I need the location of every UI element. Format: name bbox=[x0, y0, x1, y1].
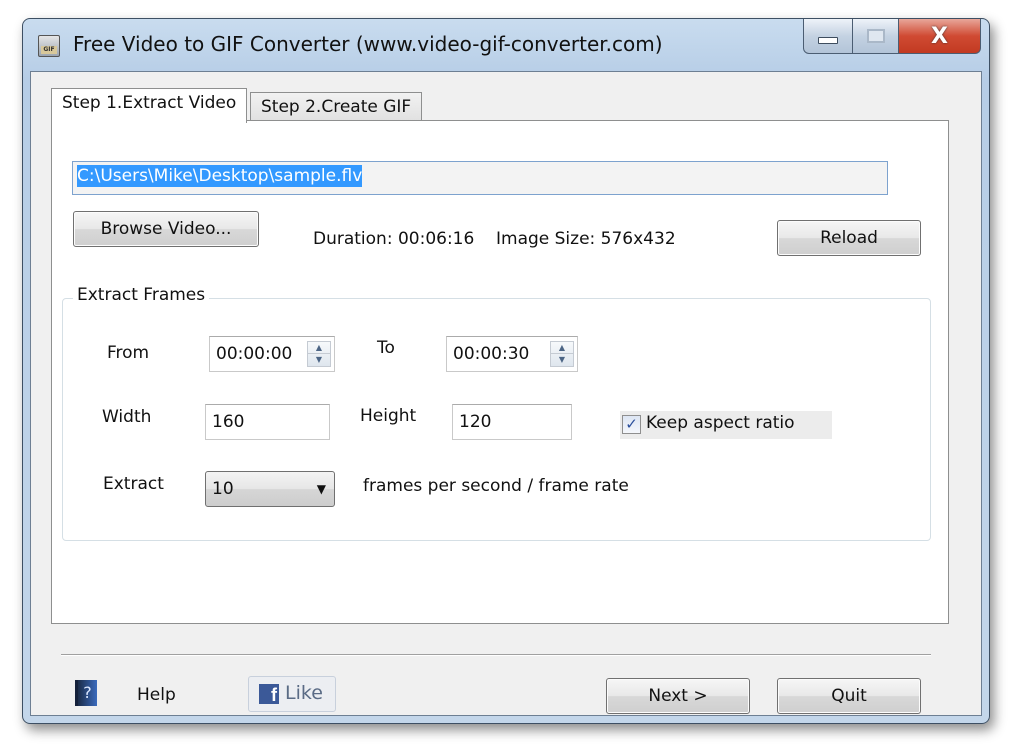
facebook-icon: f bbox=[259, 684, 279, 705]
extract-video-panel: C:\Users\Mike\Desktop\sample.flv Browse … bbox=[51, 120, 949, 624]
help-link[interactable]: Help bbox=[137, 685, 176, 705]
video-path-input[interactable]: C:\Users\Mike\Desktop\sample.flv bbox=[72, 161, 888, 195]
height-input[interactable]: 120 bbox=[452, 404, 572, 440]
window-title: Free Video to GIF Converter (www.video-g… bbox=[73, 32, 663, 56]
minimize-button[interactable] bbox=[803, 19, 853, 54]
maximize-button[interactable] bbox=[853, 19, 899, 54]
client-area: Step 1.Extract Video Step 2.Create GIF C… bbox=[30, 71, 982, 716]
maximize-icon bbox=[866, 29, 885, 43]
checkbox-checked-icon[interactable]: ✓ bbox=[622, 415, 641, 434]
chevron-down-icon: ▼ bbox=[316, 482, 326, 496]
from-label: From bbox=[107, 343, 150, 363]
title-bar[interactable]: GIF Free Video to GIF Converter (www.vid… bbox=[23, 19, 989, 69]
caption-buttons: X bbox=[803, 19, 981, 54]
tab-extract-video[interactable]: Step 1.Extract Video bbox=[51, 88, 248, 123]
from-time-value: 00:00:00 bbox=[216, 344, 293, 364]
to-time-spinner[interactable]: ▲ ▼ bbox=[550, 341, 574, 367]
width-label: Width bbox=[102, 407, 152, 427]
video-path-text: C:\Users\Mike\Desktop\sample.flv bbox=[77, 165, 363, 187]
keep-aspect-ratio-checkbox[interactable]: ✓ Keep aspect ratio bbox=[620, 411, 832, 439]
quit-button[interactable]: Quit bbox=[777, 678, 921, 714]
minimize-icon bbox=[818, 36, 838, 44]
duration-label: Duration: 00:06:16 bbox=[313, 229, 475, 249]
footer-separator bbox=[61, 654, 931, 656]
spin-down-icon[interactable]: ▼ bbox=[308, 354, 330, 366]
keep-aspect-ratio-label: Keep aspect ratio bbox=[646, 413, 795, 433]
reload-button[interactable]: Reload bbox=[777, 220, 921, 256]
facebook-like-button[interactable]: f Like bbox=[248, 676, 336, 712]
fps-value: 10 bbox=[212, 479, 234, 499]
app-window: GIF Free Video to GIF Converter (www.vid… bbox=[22, 18, 990, 724]
extract-frames-legend: Extract Frames bbox=[73, 285, 210, 305]
close-icon: X bbox=[931, 23, 948, 49]
to-time-input[interactable]: 00:00:30 ▲ ▼ bbox=[446, 336, 578, 372]
width-input[interactable]: 160 bbox=[205, 404, 330, 440]
gif-file-icon: GIF bbox=[38, 35, 60, 57]
to-time-value: 00:00:30 bbox=[453, 344, 530, 364]
from-time-input[interactable]: 00:00:00 ▲ ▼ bbox=[209, 336, 335, 372]
spin-down-icon[interactable]: ▼ bbox=[551, 354, 573, 366]
to-label: To bbox=[377, 338, 395, 358]
image-size-label: Image Size: 576x432 bbox=[496, 229, 676, 249]
fps-dropdown[interactable]: 10 ▼ bbox=[205, 471, 335, 507]
next-button[interactable]: Next > bbox=[606, 678, 750, 714]
like-label: Like bbox=[285, 682, 323, 704]
height-label: Height bbox=[360, 406, 417, 426]
help-book-icon[interactable]: ? bbox=[75, 680, 97, 706]
fps-suffix-label: frames per second / frame rate bbox=[363, 476, 629, 496]
from-time-spinner[interactable]: ▲ ▼ bbox=[307, 341, 331, 367]
close-button[interactable]: X bbox=[899, 19, 981, 54]
extract-label: Extract bbox=[103, 474, 164, 494]
browse-video-button[interactable]: Browse Video... bbox=[73, 211, 259, 247]
tab-create-gif[interactable]: Step 2.Create GIF bbox=[250, 92, 423, 122]
